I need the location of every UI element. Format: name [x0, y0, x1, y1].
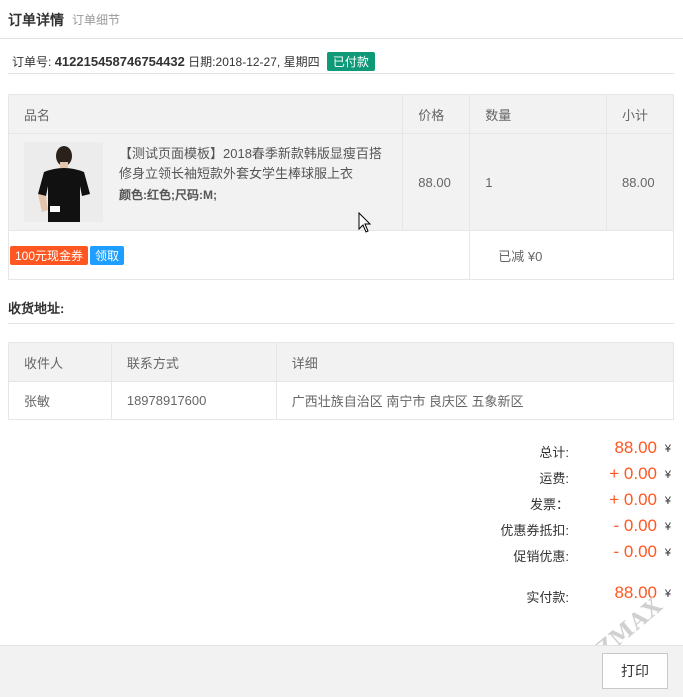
address-section-title: 收货地址:: [8, 301, 65, 316]
summary-paid: 实付款: 88.00 ¥: [373, 583, 673, 605]
summary-value: 88.00: [614, 438, 657, 457]
product-thumbnail[interactable]: [24, 142, 103, 222]
summary-value: + 0.00: [609, 490, 657, 509]
coupon-badge: 100元现金券: [10, 245, 89, 265]
page-subtitle: 订单细节: [72, 13, 121, 27]
summary-value: - 0.00: [613, 516, 657, 535]
currency-symbol: ¥: [664, 521, 671, 533]
print-button[interactable]: 打印: [602, 653, 668, 689]
column-header-contact: 联系方式: [110, 342, 277, 382]
currency-symbol: ¥: [664, 547, 671, 559]
currency-symbol: ¥: [664, 469, 671, 481]
address-table-header: 收件人 联系方式 详细: [8, 342, 675, 382]
product-attributes: 颜色:红色;尺码:M;: [119, 188, 217, 202]
product-subtotal: 88.00: [606, 133, 674, 231]
summary-label: 总计:: [539, 445, 569, 460]
divider: [8, 323, 674, 324]
summary-invoice: 发票： + 0.00 ¥: [373, 490, 673, 512]
product-table: 品名 价格 数量 小计 【测试页面模板】2018春季新款韩版显瘦百搭修身立领长袖…: [7, 94, 674, 280]
product-name[interactable]: 【测试页面模板】2018春季新款韩版显瘦百搭修身立领长袖短款外套女学生棒球服上衣: [119, 144, 389, 184]
summary-promotion: 促销优惠: - 0.00 ¥: [373, 542, 673, 564]
column-header-recipient: 收件人: [8, 342, 112, 382]
mouse-pointer-icon: [358, 212, 372, 233]
footer-bar: [0, 645, 683, 697]
product-price: 88.00: [402, 133, 471, 231]
status-badge: 已付款: [326, 52, 375, 71]
recipient-phone: 18978917600: [110, 381, 277, 420]
column-header-quantity: 数量: [469, 94, 608, 134]
page-title: 订单详情: [8, 12, 64, 28]
order-date: 2018-12-27, 星期四: [215, 55, 320, 69]
order-number: 412215458746754432: [54, 54, 185, 69]
page-header: 订单详情 订单细节: [0, 0, 683, 39]
column-header-subtotal: 小计: [606, 94, 674, 134]
column-header-price: 价格: [402, 94, 471, 134]
currency-symbol: ¥: [664, 495, 671, 507]
claim-coupon-button[interactable]: 领取: [90, 245, 125, 265]
summary-shipping: 运费: + 0.00 ¥: [373, 464, 673, 486]
product-table-header: 品名 价格 数量 小计: [7, 94, 674, 134]
summary-label: 优惠券抵扣:: [500, 523, 569, 538]
coupon-row: 100元现金券 领取 已减 ¥0: [7, 230, 674, 280]
column-header-detail: 详细: [275, 342, 675, 382]
summary-label: 发票：: [529, 497, 569, 512]
address-detail: 广西壮族自治区 南宁市 良庆区 五象新区: [275, 381, 675, 420]
order-number-label: 订单号:: [12, 55, 52, 69]
table-row: 【测试页面模板】2018春季新款韩版显瘦百搭修身立领长袖短款外套女学生棒球服上衣…: [7, 133, 674, 231]
product-quantity: 1: [469, 133, 608, 231]
paid-label: 实付款:: [526, 590, 569, 605]
table-row: 张敏 18978917600 广西壮族自治区 南宁市 良庆区 五象新区: [8, 381, 675, 420]
order-date-label: 日期:: [188, 55, 216, 69]
product-cell: 【测试页面模板】2018春季新款韩版显瘦百搭修身立领长袖短款外套女学生棒球服上衣…: [7, 133, 404, 231]
discount-text: 已减 ¥0: [498, 248, 543, 264]
summary-label: 运费:: [539, 471, 569, 486]
summary-coupon: 优惠券抵扣: - 0.00 ¥: [373, 516, 673, 538]
discount-cell: 已减 ¥0: [469, 230, 674, 280]
summary-label: 促销优惠:: [513, 549, 569, 564]
currency-symbol: ¥: [664, 443, 671, 455]
order-info: 订单号: 412215458746754432 日期:2018-12-27, 星…: [12, 52, 375, 71]
recipient-name: 张敏: [8, 381, 112, 420]
summary-total: 总计: 88.00 ¥: [373, 438, 673, 460]
summary-value: + 0.00: [609, 464, 657, 483]
address-table: 收件人 联系方式 详细 张敏 18978917600 广西壮族自治区 南宁市 良…: [8, 342, 675, 420]
coupon-cell: 100元现金券 领取: [7, 230, 471, 280]
divider: [8, 73, 674, 74]
summary-value: - 0.00: [613, 542, 657, 561]
column-header-name: 品名: [7, 94, 404, 134]
